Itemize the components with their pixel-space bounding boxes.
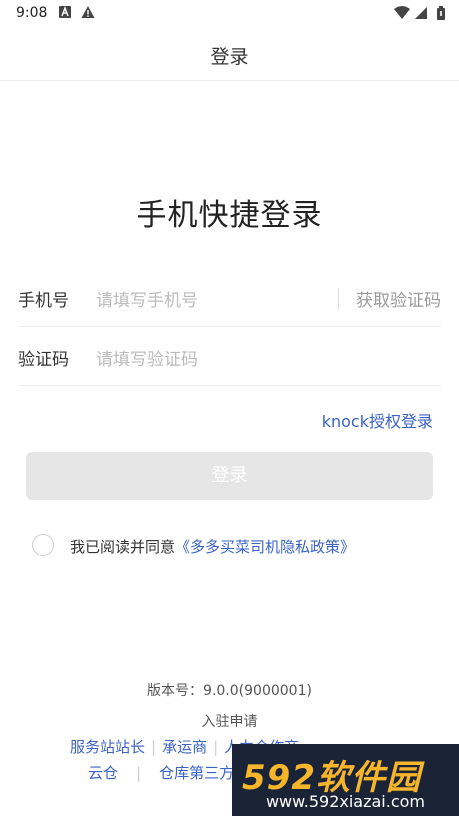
code-label: 验证码	[18, 350, 69, 370]
status-time: 9:08	[16, 5, 48, 21]
divider	[338, 288, 339, 310]
agreement-checkbox[interactable]	[32, 534, 54, 556]
notification-a-icon	[59, 6, 71, 18]
login-button[interactable]: 登录	[26, 452, 433, 500]
code-input[interactable]: 请填写验证码	[96, 345, 198, 370]
page-title: 登录	[210, 46, 249, 68]
app-header: 登录	[0, 28, 459, 81]
separator: |	[136, 764, 142, 782]
footer-links-row2: 云仓 | 仓库第三方	[88, 762, 234, 783]
version-text: 版本号：9.0.0(9000001)	[147, 683, 312, 699]
agreement-text: 我已阅读并同意《多多买菜司机隐私政策》	[70, 536, 355, 557]
link-carrier[interactable]: 承运商	[162, 738, 207, 756]
wifi-icon	[394, 6, 410, 19]
site-watermark: 592软件园 www.592xiazai.com	[232, 744, 459, 816]
separator: |	[213, 738, 219, 756]
battery-icon	[437, 6, 445, 20]
phone-label: 手机号	[18, 291, 69, 311]
watermark-url: www.592xiazai.com	[265, 792, 426, 811]
get-code-button[interactable]: 获取验证码	[356, 286, 441, 311]
system-status-icons	[394, 6, 445, 20]
knock-auth-login-link[interactable]: knock授权登录	[322, 408, 433, 432]
separator: |	[151, 738, 157, 756]
code-row: 验证码 请填写验证码	[18, 327, 441, 386]
signal-icon	[415, 7, 427, 19]
apply-label: 入驻申请	[201, 714, 258, 730]
warning-icon	[81, 6, 95, 18]
phone-input[interactable]: 请填写手机号	[96, 286, 198, 311]
link-warehouse-third-party[interactable]: 仓库第三方	[159, 764, 234, 782]
phone-row: 手机号 请填写手机号 获取验证码	[18, 268, 441, 327]
agreement-prefix: 我已阅读并同意	[70, 538, 176, 556]
privacy-policy-link[interactable]: 《多多买菜司机隐私政策》	[175, 538, 355, 556]
login-heading: 手机快捷登录	[136, 198, 323, 233]
link-station-manager[interactable]: 服务站站长	[70, 738, 145, 756]
status-bar: 9:08	[0, 0, 459, 28]
link-cloud-warehouse[interactable]: 云仓	[88, 764, 118, 782]
